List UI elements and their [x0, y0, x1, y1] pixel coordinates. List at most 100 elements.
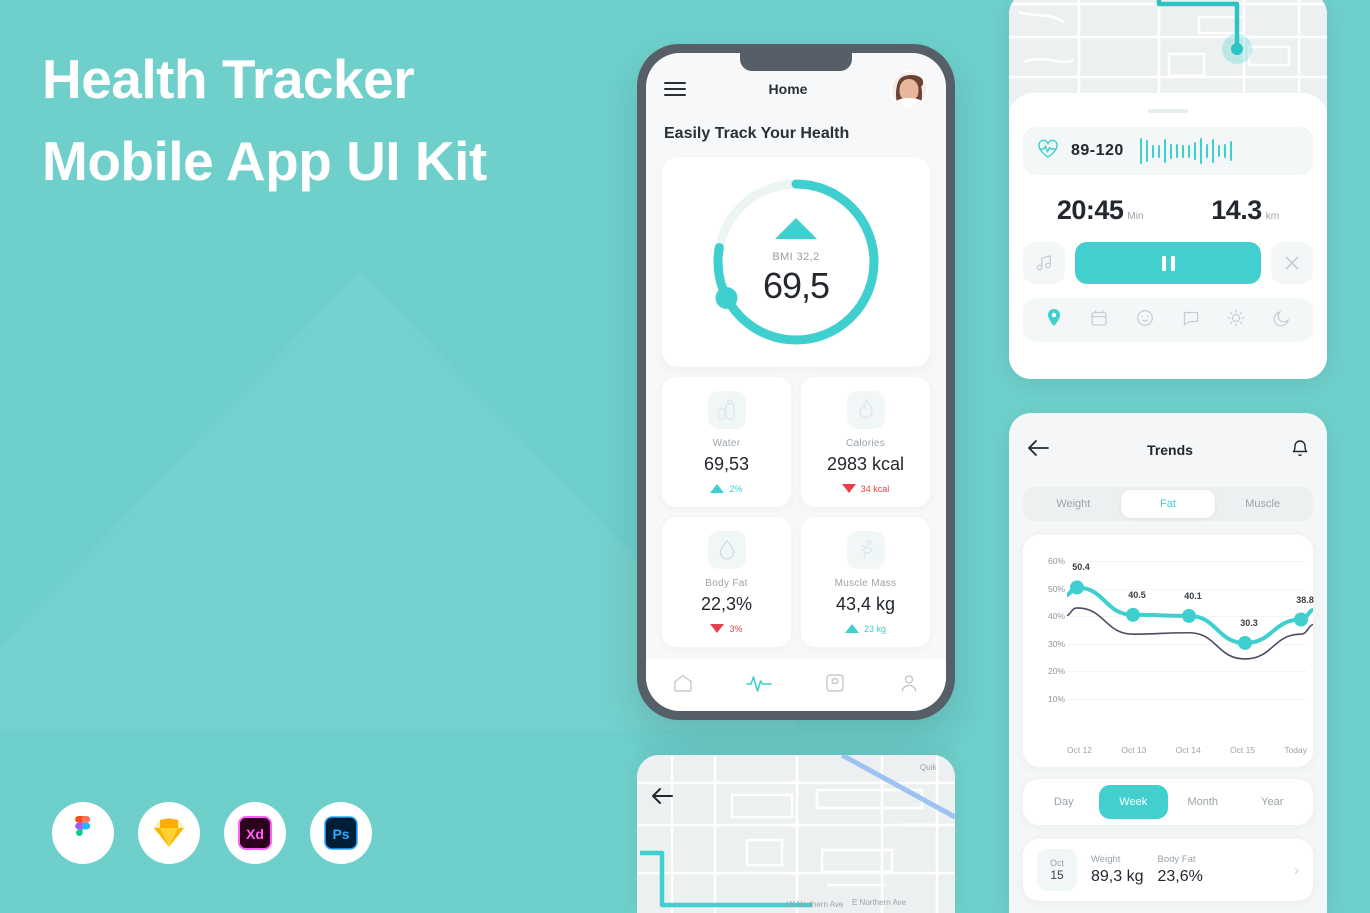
sun-icon[interactable] [1227, 308, 1246, 332]
workout-controls [1023, 242, 1313, 284]
metric-delta-text: 2% [729, 483, 743, 494]
phone-mockup: Home Easily Track Your Health BMI 32,2 6… [637, 44, 955, 720]
x-axis-tick: Oct 12 [1067, 745, 1093, 755]
figma-logo-icon [75, 816, 91, 836]
map-back-button[interactable] [651, 787, 673, 810]
metric-card-muscle-mass[interactable]: Muscle Mass 43,4 kg 23 kg [801, 517, 930, 647]
badge-adobe-xd[interactable]: Xd [224, 802, 286, 864]
bell-icon[interactable] [1291, 438, 1309, 463]
chart-point-label: 30.3 [1240, 617, 1258, 628]
metric-delta-text: 23 kg [863, 623, 887, 634]
hero-heading: Health Tracker Mobile App UI Kit [42, 38, 602, 202]
sheet-grabber[interactable] [1148, 109, 1188, 113]
chart-point-label: 50.4 [1072, 562, 1090, 573]
chart-data-point[interactable] [1126, 607, 1140, 622]
period-day[interactable]: Day [1029, 785, 1099, 819]
waveform-bar [1217, 145, 1220, 157]
chart-x-axis: Oct 12 Oct 13 Oct 14 Oct 15 Today [1067, 745, 1307, 755]
waveform-bar [1181, 144, 1184, 158]
moon-icon[interactable] [1273, 309, 1291, 332]
hero-title-line1: Health Tracker [42, 48, 415, 110]
badge-photoshop[interactable]: Ps [310, 802, 372, 864]
waveform-bar [1223, 144, 1226, 158]
avatar[interactable] [890, 70, 928, 108]
triangle-up-icon [710, 484, 725, 493]
metric-label: Calories [845, 437, 886, 449]
waveform-bar [1175, 144, 1178, 158]
music-button[interactable] [1023, 242, 1065, 284]
period-year[interactable]: Year [1238, 785, 1308, 819]
x-axis-tick: Today [1284, 745, 1307, 755]
metric-delta-text: 34 kcal [860, 483, 890, 494]
badge-sketch[interactable] [138, 802, 200, 864]
hero-title-line2: Mobile App UI Kit [42, 130, 487, 192]
segment-weight[interactable]: Weight [1026, 490, 1121, 518]
chart-data-point[interactable] [1238, 635, 1252, 650]
chart-data-point[interactable] [1070, 580, 1084, 595]
chart-point-label: 40.1 [1184, 590, 1202, 601]
y-axis-tick: 40% [1047, 611, 1065, 622]
stat-unit: Min [1127, 211, 1144, 222]
droplet-icon [707, 530, 746, 569]
bmi-card: BMI 32,2 69,5 [662, 157, 930, 367]
metric-segment-control: Weight Fat Muscle [1023, 487, 1313, 521]
tab-home[interactable] [672, 672, 694, 699]
pause-icon [1161, 255, 1166, 271]
badge-figma[interactable] [52, 802, 114, 864]
tab-scale[interactable] [824, 672, 846, 699]
smiley-icon[interactable] [1136, 309, 1154, 332]
period-week[interactable]: Week [1098, 785, 1168, 819]
entry-weight: Weight 89,3 kg [1091, 854, 1143, 886]
metric-delta: 2% [710, 483, 743, 494]
stat-value: 14.3 [1211, 195, 1262, 225]
waveform-bar [1193, 142, 1196, 160]
chart-point-label: 38.8 [1296, 594, 1314, 605]
trends-back-button[interactable] [1027, 439, 1049, 462]
street-label: E Northern Ave [852, 898, 907, 907]
waveform-bar [1229, 141, 1232, 161]
segment-fat[interactable]: Fat [1120, 490, 1216, 518]
entry-row[interactable]: Oct 15 Weight 89,3 kg Body Fat 23,6% › [1023, 839, 1313, 901]
y-axis-tick: 50% [1047, 583, 1065, 594]
period-month[interactable]: Month [1168, 785, 1238, 819]
tab-activity[interactable] [746, 672, 772, 699]
chart-plot [1067, 580, 1313, 660]
entry-day: 15 [1050, 868, 1064, 882]
segment-muscle[interactable]: Muscle [1215, 490, 1310, 518]
pause-button[interactable] [1075, 242, 1261, 284]
stat-duration: 20:45 Min [1057, 195, 1144, 226]
map-card-bottom: W Northern Ave E Northern Ave Quik [637, 755, 955, 913]
metric-delta-text: 3% [729, 623, 743, 634]
metric-card-water[interactable]: Water 69,53 2% [662, 377, 791, 507]
entry-bodyfat-value: 23,6% [1157, 868, 1203, 885]
hamburger-icon[interactable] [664, 82, 686, 96]
stat-unit: km [1265, 211, 1280, 222]
metric-card-calories[interactable]: Calories 2983 kcal 34 kcal [801, 377, 930, 507]
y-axis-tick: 20% [1047, 666, 1065, 677]
waveform-bar [1151, 144, 1154, 158]
triangle-up-icon [775, 217, 817, 239]
software-badge-list: Xd Ps [52, 802, 372, 864]
y-axis-tick: 10% [1047, 694, 1065, 704]
chart-data-point[interactable] [1182, 608, 1196, 623]
waveform-bar [1145, 140, 1148, 162]
tab-profile[interactable] [898, 672, 920, 699]
stat-value: 20:45 [1056, 195, 1124, 225]
metric-value: 2983 kcal [826, 453, 905, 474]
metric-label: Muscle Mass [834, 577, 897, 589]
metric-label: Body Fat [705, 577, 748, 589]
metric-card-body-fat[interactable]: Body Fat 22,3% 3% [662, 517, 791, 647]
trends-title: Trends [1147, 442, 1193, 458]
y-axis-tick: 60% [1047, 556, 1065, 566]
sketch-logo-icon [154, 818, 184, 847]
chat-bubble-icon[interactable] [1182, 309, 1200, 332]
workout-stats-row: 20:45 Min 14.3 km [1023, 175, 1313, 242]
running-icon [846, 530, 885, 569]
chart-data-point[interactable] [1294, 612, 1308, 627]
phone-screen: Home Easily Track Your Health BMI 32,2 6… [646, 53, 946, 711]
page-title: Home [768, 81, 808, 97]
close-button[interactable] [1271, 242, 1313, 284]
location-pin-icon[interactable] [1045, 308, 1063, 333]
calendar-icon[interactable] [1090, 309, 1108, 332]
adobe-xd-logo-icon: Xd [238, 816, 272, 850]
